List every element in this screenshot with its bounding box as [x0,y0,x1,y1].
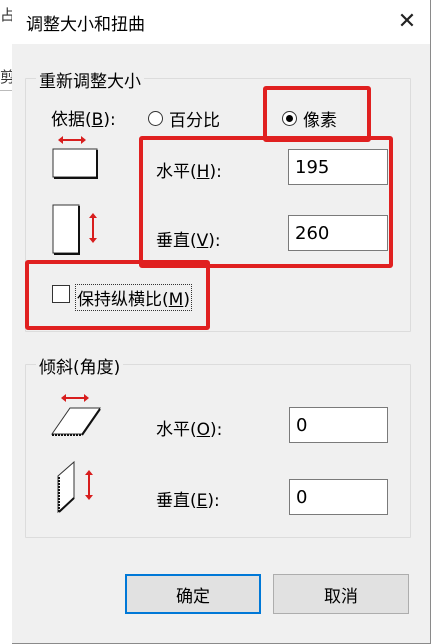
dialog-title: 调整大小和扭曲 [26,15,145,35]
divider [0,90,12,91]
ok-button[interactable]: 确定 [125,574,261,614]
skew-horizontal-input[interactable]: 0 [289,407,388,443]
resize-horizontal-icon [52,134,102,184]
skew-vertical-icon [56,460,102,520]
radio-button[interactable] [282,111,297,126]
basis-label: 依据(B): [51,110,116,130]
skew-horizontal-icon [50,392,106,444]
skew-vertical-input[interactable]: 0 [289,479,388,515]
resize-vertical-label: 垂直(V): [156,231,221,251]
radio-pixels[interactable]: 像素 [282,106,337,131]
resize-horizontal-input[interactable]: 195 [288,149,388,185]
radio-button[interactable] [148,111,163,126]
radio-percent-label: 百分比 [169,111,220,131]
skew-group-legend: 倾斜(角度) [36,353,124,378]
skew-horizontal-label: 水平(O): [156,420,223,440]
resize-horizontal-label: 水平(H): [156,162,222,182]
keep-ratio-label[interactable]: 保持纵横比(M) [75,284,192,311]
cancel-button[interactable]: 取消 [273,574,409,614]
skew-vertical-label: 垂直(E): [156,491,220,511]
close-icon: ✕ [397,8,417,34]
resize-vertical-input[interactable]: 260 [288,215,388,251]
resize-group-legend: 重新调整大小 [36,67,144,92]
close-button[interactable]: ✕ [392,6,422,36]
radio-pixels-label: 像素 [303,111,337,131]
radio-percent[interactable]: 百分比 [148,106,220,131]
keep-ratio-checkbox[interactable] [52,285,70,303]
resize-vertical-icon [52,204,102,260]
